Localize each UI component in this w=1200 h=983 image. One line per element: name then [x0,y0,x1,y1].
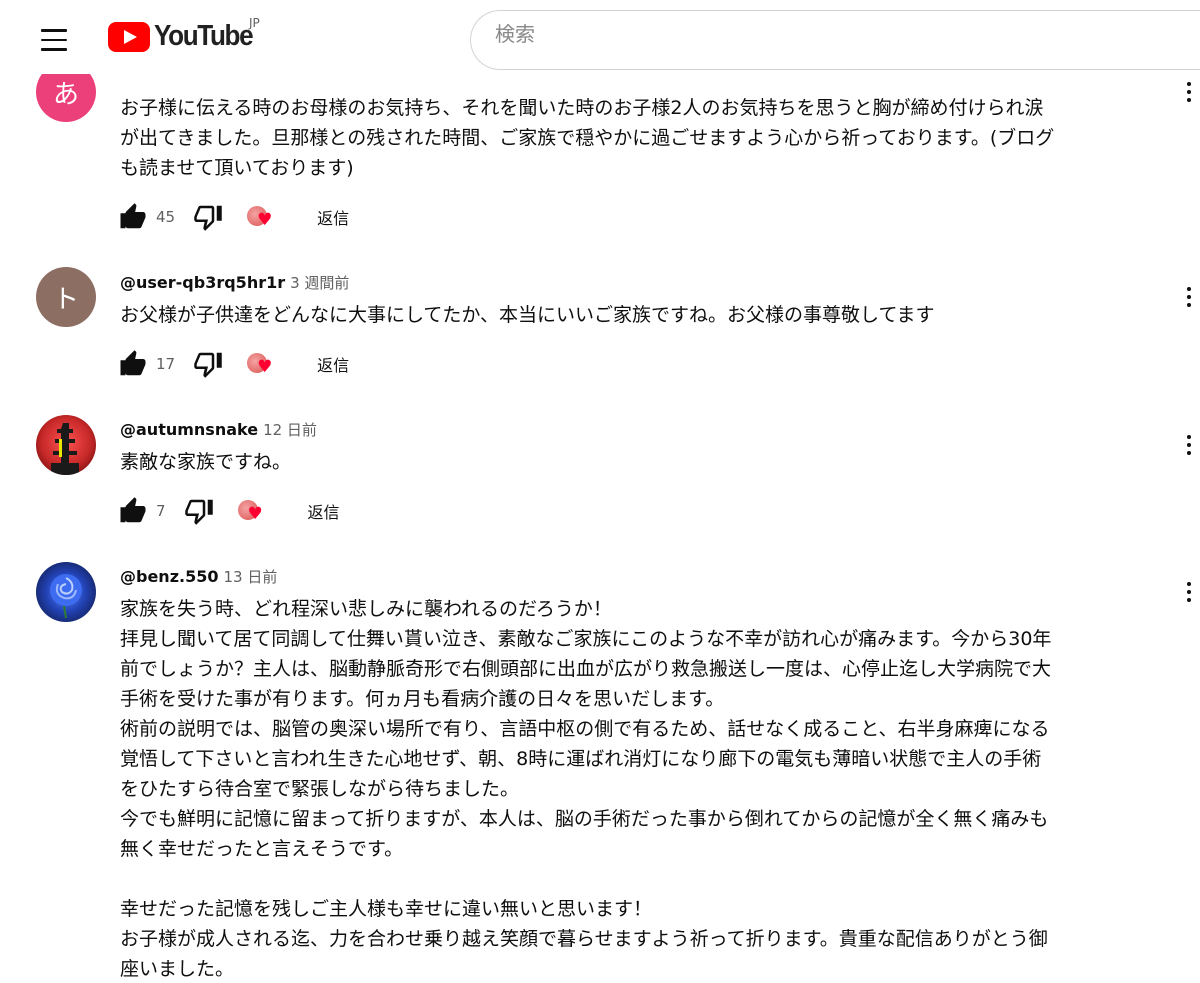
menu-line-icon [41,48,67,51]
menu-line-icon [41,38,67,42]
dot-icon [1187,303,1191,307]
dot-icon [1187,582,1191,586]
youtube-play-icon [108,21,150,52]
more-actions-button[interactable] [1178,282,1200,312]
thumbs-down-icon [194,352,222,378]
creator-heart-badge: ♥ [234,494,268,528]
comment-time[interactable]: 3 週間前 [290,274,349,292]
dislike-button[interactable] [191,200,225,234]
dot-icon [1187,295,1191,299]
comment-time[interactable]: 13 日前 [223,568,277,586]
avatar-letter: ト [52,284,79,315]
like-count: 7 [156,502,166,520]
comment-header: @user-qb3rq5hr1r 3 週間前 [120,272,349,293]
comment-actions: 45 ♥ 返信 [116,197,357,237]
logo-text: YouTube [154,20,254,52]
creator-heart-badge: ♥ [243,347,277,381]
comment-text: 家族を失う時、どれ程深い悲しみに襲われるのだろうか！ 拝見し聞いて居て同調して仕… [120,598,1052,980]
thumbs-down-icon [184,499,213,525]
avatar[interactable] [36,562,96,622]
region-code: JP [249,16,260,30]
thumbs-up-icon [120,350,146,376]
like-button[interactable] [116,200,150,234]
dislike-button[interactable] [191,347,225,381]
search-input[interactable] [495,22,1095,46]
comment-actions: 17 ♥ 返信 [116,344,357,384]
pagoda-silhouette-icon [51,423,79,475]
avatar-letter: あ [52,79,79,110]
comment-actions: 7 ♥ 返信 [116,491,348,531]
comment-text: お子様に伝える時のお母様のお気持ち、それを聞いた時のお子様2人のお気持ちを思うと… [120,97,1055,179]
avatar[interactable] [36,415,96,475]
more-actions-button[interactable] [1178,77,1200,107]
comment-text: お父様が子供達をどんなに大事にしてたか、本当にいいご家族ですね。お父様の事尊敬し… [120,304,935,326]
guide-menu-button[interactable] [30,18,78,62]
thumbs-up-icon [120,497,146,523]
youtube-logo[interactable]: YouTube [108,20,263,53]
like-count: 17 [156,355,176,373]
blue-rose-icon [50,574,82,619]
like-button[interactable] [116,494,150,528]
more-actions-button[interactable] [1178,430,1200,460]
like-count: 45 [156,208,176,226]
heart-icon: ♥ [257,210,273,230]
like-button[interactable] [116,347,150,381]
dot-icon [1187,435,1191,439]
creator-heart-badge: ♥ [243,200,277,234]
reply-button[interactable]: 返信 [300,493,348,529]
comment-header: @autumnsnake 12 日前 [120,419,317,440]
dot-icon [1187,287,1191,291]
dislike-button[interactable] [182,494,216,528]
author-name[interactable]: @user-qb3rq5hr1r [120,273,285,292]
dot-icon [1187,598,1191,602]
thumbs-up-icon [120,203,146,229]
menu-line-icon [41,29,67,32]
comment-time[interactable]: 12 日前 [263,421,317,439]
reply-button[interactable]: 返信 [309,346,357,382]
dot-icon [1187,98,1191,102]
dot-icon [1187,90,1191,94]
masthead: YouTube JP [0,0,1200,74]
more-actions-button[interactable] [1178,577,1200,607]
dot-icon [1187,82,1191,86]
heart-icon: ♥ [257,357,273,377]
thumbs-down-icon [194,205,222,231]
reply-button[interactable]: 返信 [309,199,357,235]
heart-icon: ♥ [247,504,263,524]
comment-header: @benz.550 13 日前 [120,566,277,587]
comment-text: 素敵な家族ですね。 [120,451,292,473]
dot-icon [1187,443,1191,447]
dot-icon [1187,451,1191,455]
author-name[interactable]: @benz.550 [120,567,218,586]
author-name[interactable]: @autumnsnake [120,420,258,439]
avatar[interactable]: ト [36,267,96,327]
dot-icon [1187,590,1191,594]
